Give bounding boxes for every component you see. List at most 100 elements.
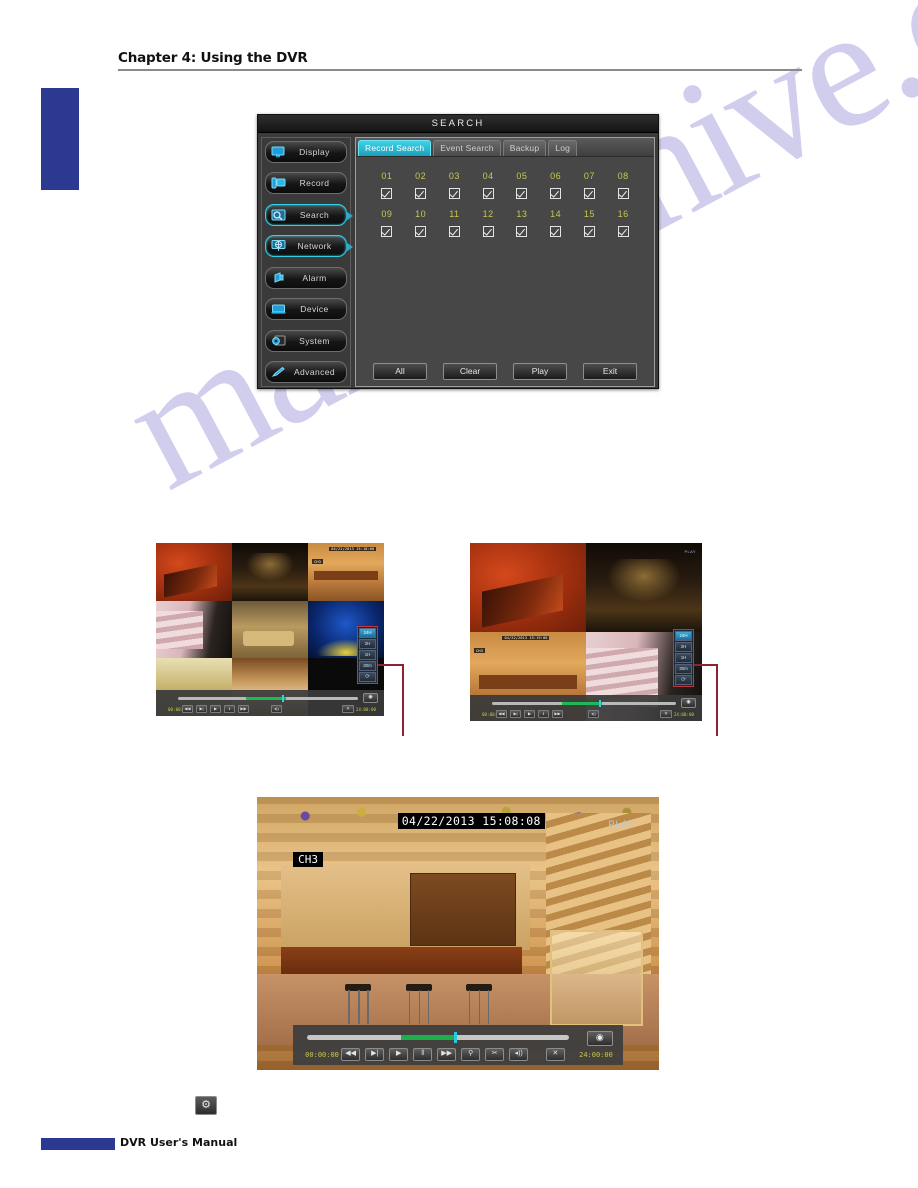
channel-checkbox-16[interactable] <box>617 226 629 237</box>
fast-forward-icon[interactable]: ▶▶ <box>238 705 249 713</box>
timescale-option-2h[interactable]: 2H <box>359 639 376 649</box>
sidebar-item-search[interactable]: Search <box>265 203 353 226</box>
refresh-icon[interactable]: ⟳ <box>359 672 376 682</box>
channel-checkbox-cell <box>573 188 607 199</box>
fast-forward-button[interactable]: ▶▶ <box>437 1047 457 1061</box>
timescale-option-24h[interactable]: 24H <box>675 631 692 641</box>
next-frame-icon[interactable]: ▶| <box>196 705 207 713</box>
channel-checkbox-05[interactable] <box>516 188 528 199</box>
tab-event-search[interactable]: Event Search <box>433 140 501 156</box>
mini-progress-track[interactable] <box>178 695 358 702</box>
fast-forward-icon[interactable]: ▶▶ <box>552 710 563 718</box>
exit-button[interactable]: Exit <box>583 363 637 380</box>
channel-checkbox-10[interactable] <box>415 226 427 237</box>
refresh-icon[interactable]: ⟳ <box>675 675 692 685</box>
sidebar-item-display[interactable]: Display <box>265 141 347 163</box>
osd-timestamp: 04/22/2013 15:18:00 <box>329 547 377 551</box>
sidebar-item-advanced[interactable]: Advanced <box>265 360 347 383</box>
sidebar-label: System <box>299 335 330 346</box>
callout-leader-right <box>694 664 720 736</box>
timescale-option-1h[interactable]: 1H <box>359 650 376 660</box>
zoom-button[interactable]: ⚲ <box>461 1047 481 1061</box>
tab-log[interactable]: Log <box>548 140 578 156</box>
play-button[interactable]: Play <box>513 363 567 380</box>
progress-track[interactable] <box>307 1031 569 1043</box>
scene-stool <box>345 983 372 1024</box>
channel-checkbox-13[interactable] <box>516 226 528 237</box>
sidebar-item-device[interactable]: Device <box>265 298 347 321</box>
clear-button[interactable]: Clear <box>443 363 497 380</box>
camera-cell[interactable] <box>232 600 308 659</box>
mini-progress-track[interactable] <box>492 700 676 707</box>
channel-checkbox-11[interactable] <box>448 226 460 237</box>
channel-checkbox-15[interactable] <box>583 226 595 237</box>
tab-record-search[interactable]: Record Search <box>358 140 432 156</box>
rewind-button[interactable]: ◀◀ <box>341 1047 361 1061</box>
play-icon[interactable]: ▶ <box>210 705 221 713</box>
mini-progress-knob[interactable] <box>282 695 285 702</box>
osd-status: PLAY <box>684 549 696 554</box>
pause-button[interactable]: ‖ <box>413 1047 433 1061</box>
osd-channel: CH3 <box>474 648 485 653</box>
all-button[interactable]: All <box>373 363 427 380</box>
timescale-option-1h[interactable]: 1H <box>675 653 692 663</box>
sidebar-item-alarm[interactable]: Alarm <box>265 266 347 289</box>
timescale-option-30m[interactable]: 30m <box>675 664 692 674</box>
channel-checkbox-14[interactable] <box>550 226 562 237</box>
channel-checkbox-03[interactable] <box>448 188 460 199</box>
rewind-icon[interactable]: ◀◀ <box>496 710 507 718</box>
mini-playback-bar: 00:00:00 24:00:00 ◀◀ ▶| ▶ ‖ ▶▶ ◂)) ◉ ✕ <box>470 695 702 721</box>
gear-icon[interactable]: ⚙ <box>195 1096 217 1115</box>
scene-display-case <box>550 929 643 1027</box>
camera-cell[interactable]: 04/22/2013 15:18:00 CH3 <box>308 543 384 601</box>
channel-checkbox-04[interactable] <box>482 188 494 199</box>
play-button[interactable]: ▶ <box>389 1047 409 1061</box>
volume-icon[interactable]: ◂)) <box>588 710 599 718</box>
channel-checkbox-09[interactable] <box>381 226 393 237</box>
channel-checkbox-cell <box>606 188 640 199</box>
timescale-option-24h[interactable]: 24H <box>359 628 376 638</box>
camera-cell[interactable]: PLAY <box>586 543 702 632</box>
channel-checkbox-02[interactable] <box>415 188 427 199</box>
channel-row-2: 09 10 11 12 13 14 15 16 <box>370 209 640 237</box>
next-frame-button[interactable]: ▶| <box>365 1047 385 1061</box>
cut-button[interactable]: ✂ <box>485 1047 505 1061</box>
channel-checkbox-01[interactable] <box>381 188 393 199</box>
camera-cell[interactable] <box>470 543 586 632</box>
volume-icon[interactable]: ◂)) <box>271 705 282 713</box>
camera-cell[interactable] <box>156 600 232 659</box>
sidebar-item-record[interactable]: Record <box>265 172 347 195</box>
eye-icon[interactable]: ◉ <box>586 1030 613 1046</box>
camera-cell[interactable] <box>232 543 308 601</box>
camera-cell[interactable] <box>156 543 232 601</box>
footer-accent-bar <box>41 1138 115 1150</box>
timescale-option-30m[interactable]: 30m <box>359 661 376 671</box>
volume-button[interactable]: ◂)) <box>509 1047 529 1061</box>
sidebar-item-system[interactable]: System <box>265 329 347 352</box>
mini-progress-knob[interactable] <box>598 700 601 707</box>
next-frame-icon[interactable]: ▶| <box>510 710 521 718</box>
page-header: Chapter 4: Using the DVR <box>118 50 802 71</box>
sidebar-item-network[interactable]: Network <box>265 235 353 258</box>
close-icon[interactable]: ✕ <box>342 705 354 713</box>
rewind-icon[interactable]: ◀◀ <box>182 705 193 713</box>
channel-checkbox-12[interactable] <box>482 226 494 237</box>
channel-checkbox-08[interactable] <box>617 188 629 199</box>
progress-knob[interactable] <box>453 1031 457 1043</box>
timescale-option-2h[interactable]: 2H <box>675 642 692 652</box>
close-button[interactable]: ✕ <box>545 1047 565 1061</box>
channel-checkbox-cell <box>505 226 539 237</box>
play-icon[interactable]: ▶ <box>524 710 535 718</box>
timescale-menu: 24H 2H 1H 30m ⟳ <box>357 626 378 684</box>
channel-checkbox-07[interactable] <box>583 188 595 199</box>
channel-label: 06 <box>550 171 562 181</box>
channel-checkbox-06[interactable] <box>550 188 562 199</box>
tab-backup[interactable]: Backup <box>502 140 547 156</box>
close-icon[interactable]: ✕ <box>660 710 672 718</box>
eye-icon[interactable]: ◉ <box>363 693 378 703</box>
pause-icon[interactable]: ‖ <box>224 705 235 713</box>
pause-icon[interactable]: ‖ <box>538 710 549 718</box>
channel-label: 10 <box>415 209 427 219</box>
timescale-menu: 24H 2H 1H 30m ⟳ <box>673 629 694 687</box>
mini-time-end: 24:00:00 <box>673 712 694 717</box>
